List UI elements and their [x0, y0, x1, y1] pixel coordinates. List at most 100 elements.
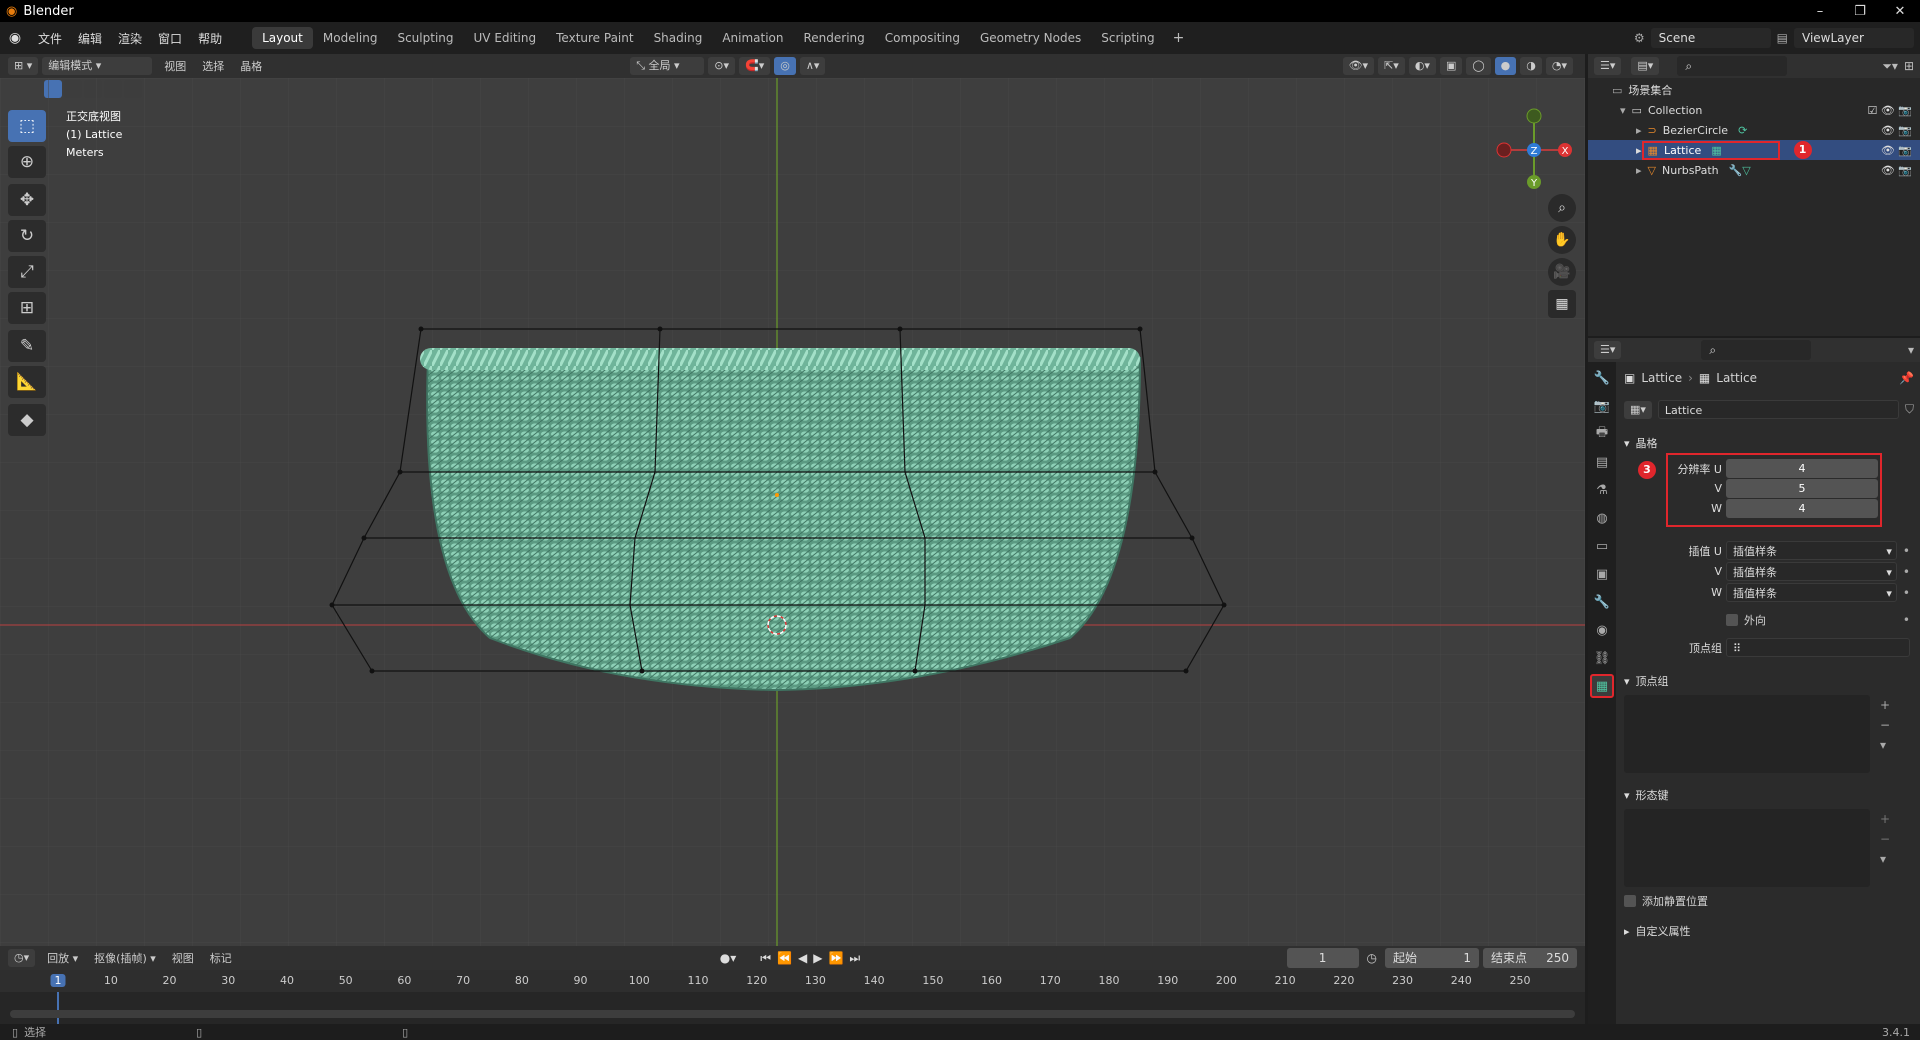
- view-menu[interactable]: 视图: [156, 58, 194, 74]
- menu-item[interactable]: 帮助: [190, 30, 230, 47]
- keyframe-dot-icon[interactable]: •: [1903, 613, 1910, 627]
- panel-lattice-header[interactable]: ▾ 晶格: [1624, 433, 1914, 453]
- lattice-menu[interactable]: 晶格: [232, 58, 270, 74]
- chevron-right-icon[interactable]: ▸: [1636, 124, 1642, 137]
- scale-tool-icon[interactable]: ⤢: [8, 256, 46, 288]
- outside-checkbox[interactable]: [1726, 614, 1738, 626]
- transform-tool-icon[interactable]: ⊞: [8, 292, 46, 324]
- editor-type-button[interactable]: ⊞ ▾: [8, 57, 39, 75]
- scene-icon[interactable]: ⚙: [1634, 31, 1645, 45]
- keyframe-dot-icon[interactable]: •: [1903, 544, 1910, 558]
- outliner-item-beziercircle[interactable]: ▸ ⊃ BezierCircle ⟳ 👁 📷: [1588, 120, 1920, 140]
- shape-key-list[interactable]: [1624, 809, 1870, 887]
- frame-ruler[interactable]: 1 10 20 30 40 50 60 70 80 90 100 110 120 130 140 150 160…: [0, 970, 1585, 992]
- workspace-tab[interactable]: Sculpting: [387, 27, 463, 49]
- gizmo-toggle-icon[interactable]: ⇱▾: [1378, 57, 1405, 75]
- outliner-item-lattice[interactable]: ▸ ▦ Lattice ▦ 1 👁 📷: [1588, 140, 1920, 160]
- workspace-tab[interactable]: Shading: [644, 27, 713, 49]
- transform-orientation-select[interactable]: ⤡ 全局 ▾: [630, 57, 705, 75]
- properties-search-input[interactable]: ⌕: [1701, 340, 1812, 360]
- select-box-tool-icon[interactable]: ⬚: [8, 110, 46, 142]
- pin-icon[interactable]: 📌: [1899, 371, 1914, 385]
- marker-menu[interactable]: 标记: [202, 950, 240, 966]
- close-button[interactable]: ✕: [1880, 4, 1920, 19]
- viewlayer-icon[interactable]: ▤: [1777, 31, 1788, 45]
- resolution-w-field[interactable]: 4: [1726, 499, 1878, 518]
- workspace-tab[interactable]: Layout: [252, 27, 313, 49]
- display-mode-icon[interactable]: ▤▾: [1631, 57, 1660, 75]
- scene-field[interactable]: Scene: [1650, 28, 1771, 48]
- timeline-editor-icon[interactable]: ◷▾: [8, 949, 36, 967]
- render-tab-icon[interactable]: 📷: [1590, 394, 1614, 418]
- workspace-tab[interactable]: UV Editing: [464, 27, 547, 49]
- rotate-tool-icon[interactable]: ↻: [8, 220, 46, 252]
- select-menu[interactable]: 选择: [194, 58, 232, 74]
- mode-select[interactable]: 编辑模式 ▾: [42, 57, 153, 75]
- keyframe-dot-icon[interactable]: •: [1903, 565, 1910, 579]
- add-shape-key-icon[interactable]: +: [1880, 809, 1890, 829]
- pan-hand-icon[interactable]: ✋: [1548, 226, 1576, 254]
- minimize-button[interactable]: –: [1800, 4, 1840, 19]
- ortho-toggle-icon[interactable]: ▦: [1548, 290, 1576, 318]
- solid-shading-icon[interactable]: ●: [1494, 57, 1517, 75]
- panel-shape-keys-header[interactable]: ▾ 形态键: [1624, 785, 1914, 805]
- menu-item[interactable]: 窗口: [150, 30, 190, 47]
- properties-editor-icon[interactable]: ☰▾: [1594, 341, 1622, 359]
- panel-vertex-groups-header[interactable]: ▾ 顶点组: [1624, 671, 1914, 691]
- falloff-icon[interactable]: ∧▾: [799, 57, 826, 75]
- blender-menu-icon[interactable]: ◉: [0, 30, 30, 46]
- tool-tab-icon[interactable]: 🔧: [1590, 366, 1614, 390]
- view-layer-tab-icon[interactable]: ▤: [1590, 450, 1614, 474]
- workspace-tab[interactable]: Scripting: [1091, 27, 1164, 49]
- menu-item[interactable]: 文件: [30, 30, 70, 47]
- add-cube-tool-icon[interactable]: ◆: [8, 404, 46, 436]
- wireframe-shading-icon[interactable]: ◯: [1466, 57, 1491, 75]
- remove-shape-key-icon[interactable]: −: [1880, 829, 1890, 849]
- 3d-viewport[interactable]: Z X Y ⌕ ✋ 🎥 ▦: [0, 78, 1585, 946]
- workspace-tab[interactable]: Modeling: [313, 27, 388, 49]
- add-workspace-button[interactable]: +: [1173, 30, 1185, 46]
- object-tab-icon[interactable]: ▣: [1590, 562, 1614, 586]
- chevron-right-icon[interactable]: ▸: [1636, 164, 1642, 177]
- timeline[interactable]: 1 10 20 30 40 50 60 70 80 90 100 110 120 130 140 150 160…: [0, 970, 1585, 1024]
- move-tool-icon[interactable]: ✥: [8, 184, 46, 216]
- chevron-down-icon[interactable]: ▾: [1620, 104, 1626, 117]
- workspace-tab[interactable]: Animation: [712, 27, 793, 49]
- measure-tool-icon[interactable]: 📐: [8, 366, 46, 398]
- overlay-toggle-icon[interactable]: ◐▾: [1408, 57, 1436, 75]
- end-frame-field[interactable]: 结束点 250: [1483, 948, 1577, 968]
- add-vertex-group-icon[interactable]: +: [1880, 695, 1890, 715]
- current-frame-field[interactable]: 1: [1286, 948, 1359, 968]
- menu-item[interactable]: 渲染: [110, 30, 150, 47]
- snap-icon[interactable]: 🧲▾: [739, 57, 771, 75]
- datablock-name-field[interactable]: Lattice: [1657, 400, 1899, 419]
- playback-menu[interactable]: 回放 ▾: [39, 950, 86, 966]
- timeline-view-menu[interactable]: 视图: [164, 950, 202, 966]
- world-tab-icon[interactable]: ◍: [1590, 506, 1614, 530]
- cursor-tool-icon[interactable]: ⊕: [8, 146, 46, 178]
- keyframe-dot-icon[interactable]: •: [1903, 586, 1910, 600]
- collection-visibility-icons[interactable]: ☑ 👁 📷: [1867, 104, 1912, 117]
- constraint-tab-icon[interactable]: ⛓: [1590, 646, 1614, 670]
- interp-v-select[interactable]: 插值样条 ▾: [1726, 562, 1897, 581]
- outliner-item-nurbspath[interactable]: ▸ ▽ NurbsPath 🔧▽ 👁 📷: [1588, 160, 1920, 180]
- beziercircle-visibility-icons[interactable]: 👁 📷: [1881, 124, 1912, 137]
- timeline-scrollbar[interactable]: [10, 1010, 1575, 1018]
- clock-icon[interactable]: ◷: [1367, 951, 1377, 965]
- playhead-line[interactable]: [57, 992, 59, 1024]
- start-frame-field[interactable]: 起始 1: [1385, 948, 1479, 968]
- outliner-editor-icon[interactable]: ☰▾: [1594, 57, 1622, 75]
- maximize-button[interactable]: ❐: [1840, 4, 1880, 19]
- workspace-tab[interactable]: Rendering: [794, 27, 875, 49]
- scene-collection-row[interactable]: ▭ 场景集合: [1588, 80, 1920, 100]
- vertex-group-field[interactable]: ⠿: [1726, 638, 1910, 657]
- pivot-icon[interactable]: ⊙▾: [708, 57, 735, 75]
- visibility-icon[interactable]: 👁▾: [1342, 57, 1375, 75]
- physics-tab-icon[interactable]: ◉: [1590, 618, 1614, 642]
- collection-tab-icon[interactable]: ▭: [1590, 534, 1614, 558]
- menu-item[interactable]: 编辑: [70, 30, 110, 47]
- annotate-tool-icon[interactable]: ✎: [8, 330, 46, 362]
- material-shading-icon[interactable]: ◑: [1520, 57, 1542, 75]
- rendered-shading-icon[interactable]: ◔▾: [1545, 57, 1573, 75]
- add-rest-position-checkbox[interactable]: [1624, 895, 1636, 907]
